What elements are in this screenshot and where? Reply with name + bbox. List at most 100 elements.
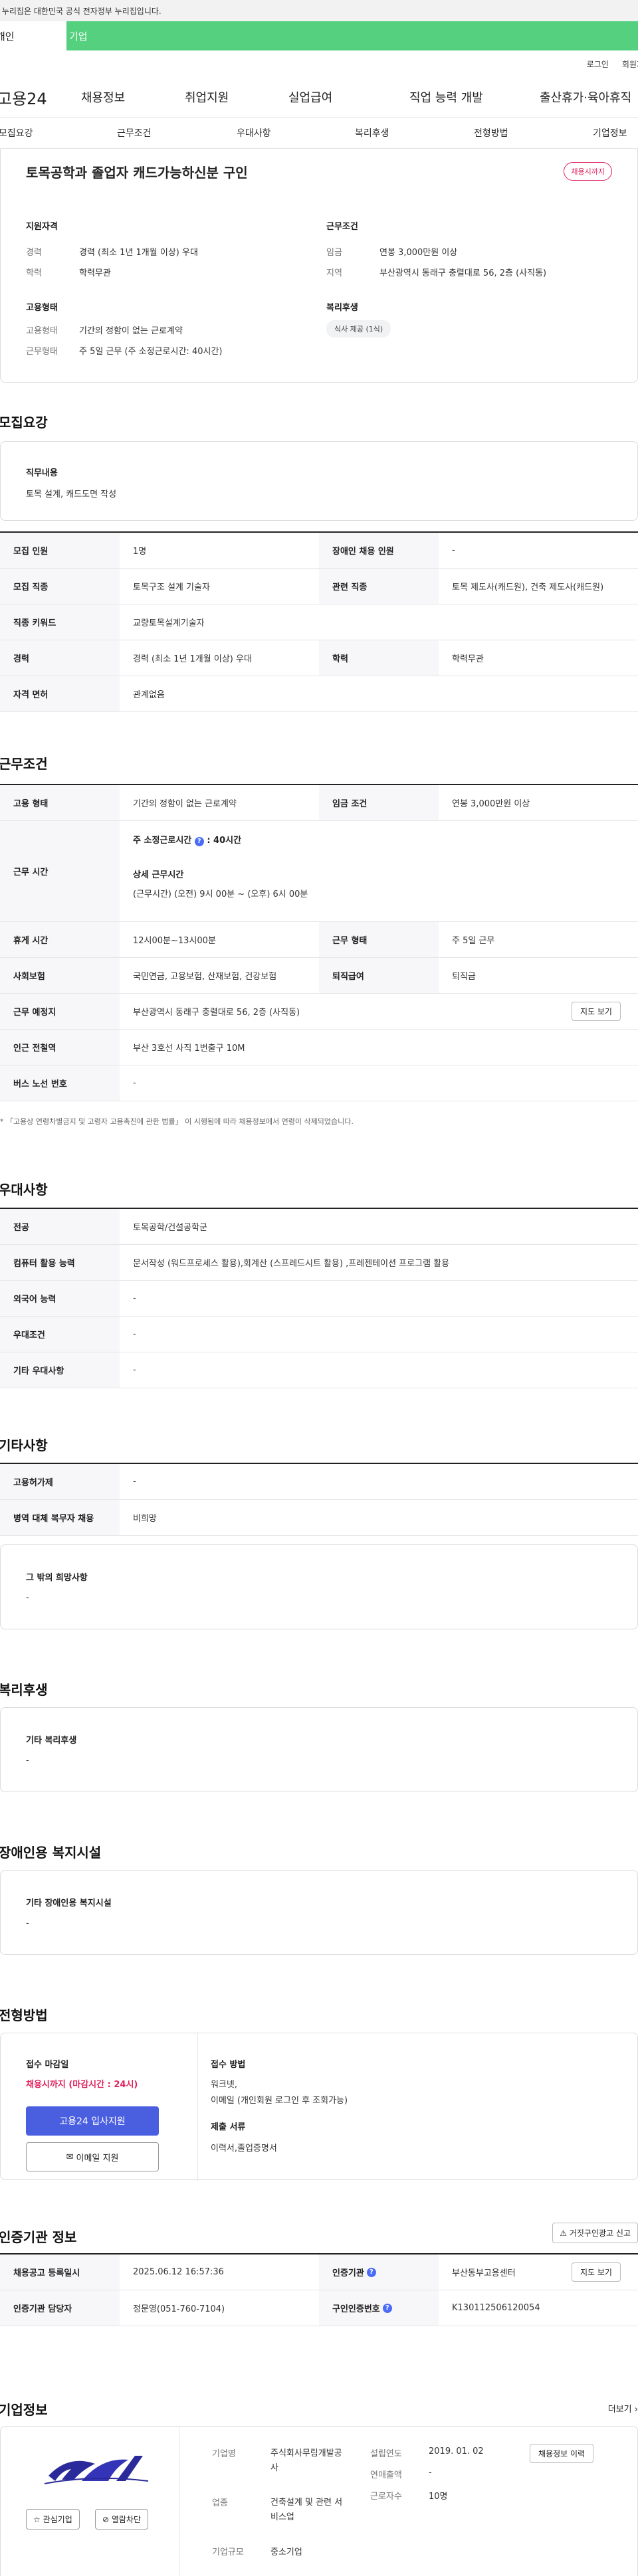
hiring-history-button[interactable]: 채용정보 이력 bbox=[530, 2444, 594, 2463]
cell-head: 모집 직종 bbox=[0, 569, 120, 604]
map-button[interactable]: 지도 보기 bbox=[572, 1002, 621, 1021]
qual-heading: 지원자격 bbox=[26, 222, 58, 232]
detail-value: (근무시간) (오전) 9시 00분 ~ (오후) 6시 00분 bbox=[133, 889, 308, 899]
cell: 학력무관 bbox=[452, 654, 484, 664]
cell: 퇴직금 bbox=[452, 972, 476, 982]
apply-button[interactable]: 고용24 입사지원 bbox=[26, 2106, 159, 2136]
gnb-vocational-training[interactable]: 직업 능력 개발 bbox=[409, 88, 540, 106]
gnb-unemployment-benefit[interactable]: 실업급여 bbox=[288, 88, 409, 106]
disability-card: 기타 장애인용 복지시설 - bbox=[0, 1870, 638, 1955]
cell: 12시00분~13시00분 bbox=[133, 936, 216, 946]
cell-head: 근무 시간 bbox=[0, 821, 120, 921]
lnb-preference[interactable]: 우대사항 bbox=[237, 126, 271, 139]
shift-label: 근무형태 bbox=[26, 347, 58, 357]
welfare-card: 기타 복리후생 - bbox=[0, 1707, 638, 1792]
agency-map-button[interactable]: 지도 보기 bbox=[572, 2262, 621, 2282]
wage-label: 임금 bbox=[326, 248, 342, 258]
info-icon[interactable]: ? bbox=[194, 837, 204, 846]
career-value: 경력 (최소 1년 1개월 이상) 우대 bbox=[79, 248, 198, 258]
cell-head: 휴게 시간 bbox=[0, 922, 120, 957]
gnb-jobs[interactable]: 채용정보 bbox=[81, 88, 185, 106]
favorite-label: 관심기업 bbox=[43, 2515, 72, 2524]
employees-label: 근로자수 bbox=[370, 2492, 402, 2502]
tab-company[interactable]: 기업 bbox=[66, 21, 88, 50]
report-button[interactable]: ⚠ 거짓구인광고 신고 bbox=[552, 2223, 638, 2243]
edu-value: 학력무관 bbox=[79, 268, 111, 278]
cell: 기간의 정함이 없는 근로계약 bbox=[133, 799, 237, 809]
welfare-heading: 복리후생 bbox=[326, 303, 358, 313]
block-icon: ⊘ bbox=[102, 2515, 110, 2524]
block-button[interactable]: ⊘ 열람차단 bbox=[95, 2509, 149, 2530]
cell: 부산 3호선 사직 1번출구 10M bbox=[133, 1044, 245, 1054]
gnb-parental-leave[interactable]: 출산휴가·육아휴직 bbox=[540, 88, 631, 106]
lnb-process[interactable]: 전형방법 bbox=[474, 126, 508, 139]
global-nav: 고용24 채용정보 취업지원 실업급여 직업 능력 개발 출산휴가·육아휴직 bbox=[0, 77, 638, 117]
cell: 정문영(051-760-7104) bbox=[133, 2304, 225, 2314]
report-icon: ⚠ bbox=[560, 2229, 568, 2238]
detail-label: 상세 근무시간 bbox=[133, 870, 184, 880]
user-type-tabs: 개인 기업 bbox=[0, 21, 638, 50]
cell-head: 채용공고 등록일시 bbox=[0, 2254, 120, 2290]
info-icon[interactable]: ? bbox=[382, 2303, 392, 2313]
cell-head: 장애인 채용 인원 bbox=[319, 533, 439, 568]
cell: 교량토목설계기술자 bbox=[133, 618, 205, 628]
cell-head: 버스 노선 번호 bbox=[0, 1065, 120, 1101]
method-value-1: 워크넷, bbox=[211, 2080, 238, 2090]
cell-head: 인근 전철역 bbox=[0, 1030, 120, 1065]
emp-label: 고용형태 bbox=[26, 326, 58, 336]
preference-heading: 우대사항 bbox=[0, 1182, 48, 1198]
emp-value: 기간의 정함이 없는 근로계약 bbox=[79, 326, 183, 336]
cell-head: 관련 직종 bbox=[319, 569, 439, 604]
etc-heading: 기타사항 bbox=[0, 1437, 48, 1453]
company-logo bbox=[44, 2456, 149, 2484]
email-apply-label: 이메일 지원 bbox=[76, 2153, 119, 2163]
signup-link[interactable]: 회원가입 bbox=[622, 58, 638, 77]
cell-head: 경력 bbox=[0, 640, 120, 676]
email-apply-button[interactable]: ✉ 이메일 지원 bbox=[26, 2142, 159, 2171]
gov-banner: 이 누리집은 대한민국 공식 전자정부 누리집입니다. bbox=[0, 0, 638, 21]
util-menu: 로그인 회원가입 bbox=[0, 50, 638, 77]
cell: - bbox=[133, 1477, 136, 1487]
lnb-recruit[interactable]: 모집요강 bbox=[0, 126, 33, 139]
welfare-chip: 식사 제공 (1식) bbox=[326, 320, 391, 337]
org-label: 인증기관 bbox=[332, 2268, 364, 2278]
etc-table: 고용허가제 - 병역 대체 복무자 채용 비희망 bbox=[0, 1463, 638, 1536]
method-label: 접수 방법 bbox=[211, 2060, 246, 2070]
est-value: 2019. 01. 02 bbox=[429, 2446, 484, 2456]
lnb-conditions[interactable]: 근무조건 bbox=[117, 126, 152, 139]
cell: - bbox=[133, 1078, 136, 1088]
size-value: 중소기업 bbox=[270, 2547, 302, 2557]
recruit-table: 모집 인원 1명 장애인 채용 인원 - 모집 직종 토목구조 설계 기술자 관련 직종 토… bbox=[0, 531, 638, 712]
tab-personal[interactable]: 개인 bbox=[0, 21, 66, 50]
docs-label: 제출 서류 bbox=[211, 2122, 246, 2132]
cell: 비희망 bbox=[133, 1514, 157, 1524]
cell-head: 전공 bbox=[0, 1209, 120, 1244]
welfare-value: - bbox=[26, 1756, 29, 1766]
job-desc-label: 직무내용 bbox=[26, 468, 58, 478]
favorite-button[interactable]: ☆ 관심기업 bbox=[26, 2509, 80, 2530]
cell-head: 인증기관 담당자 bbox=[0, 2290, 120, 2326]
preference-table: 전공 토목공학/건설공학군 컴퓨터 활용 능력 문서작성 (워드프로세스 활용),회… bbox=[0, 1208, 638, 1388]
cell: 부산광역시 동래구 충렬대로 56, 2층 (사직동) bbox=[133, 1008, 300, 1018]
report-label: 거짓구인광고 신고 bbox=[569, 2229, 631, 2238]
agency-table: 채용공고 등록일시 2025.06.12 16:57:36 인증기관? 부산동부고용센… bbox=[0, 2253, 638, 2326]
company-more-link[interactable]: 더보기 › bbox=[608, 2402, 638, 2415]
docs-value: 이력서,졸업증명서 bbox=[211, 2144, 277, 2154]
cell-head: 병역 대체 복무자 채용 bbox=[0, 1500, 120, 1535]
employees-value: 10명 bbox=[429, 2492, 448, 2502]
welfare-heading: 복리후생 bbox=[0, 1682, 48, 1698]
lnb-welfare[interactable]: 복리후생 bbox=[355, 126, 389, 139]
cell-head: 외국어 능력 bbox=[0, 1281, 120, 1316]
cell-head: 퇴직급여 bbox=[319, 958, 439, 993]
info-icon[interactable]: ? bbox=[366, 2267, 376, 2277]
job-title: 토목공학과 졸업자 캐드가능하신분 구인 bbox=[26, 165, 248, 181]
login-link[interactable]: 로그인 bbox=[587, 58, 609, 77]
lnb-company[interactable]: 기업정보 bbox=[593, 126, 627, 139]
cell-head: 학력 bbox=[319, 640, 439, 676]
deadline-label: 접수 마감일 bbox=[26, 2060, 69, 2070]
gnb-employment-support[interactable]: 취업지원 bbox=[185, 88, 288, 106]
cell: 문서작성 (워드프로세스 활용),회계산 (스프레드시트 활용) ,프레젠테이션… bbox=[133, 1259, 450, 1269]
more-label: 더보기 bbox=[607, 2405, 632, 2415]
site-logo[interactable]: 고용24 bbox=[0, 86, 81, 109]
cell-head: 고용허가제 bbox=[0, 1464, 120, 1499]
